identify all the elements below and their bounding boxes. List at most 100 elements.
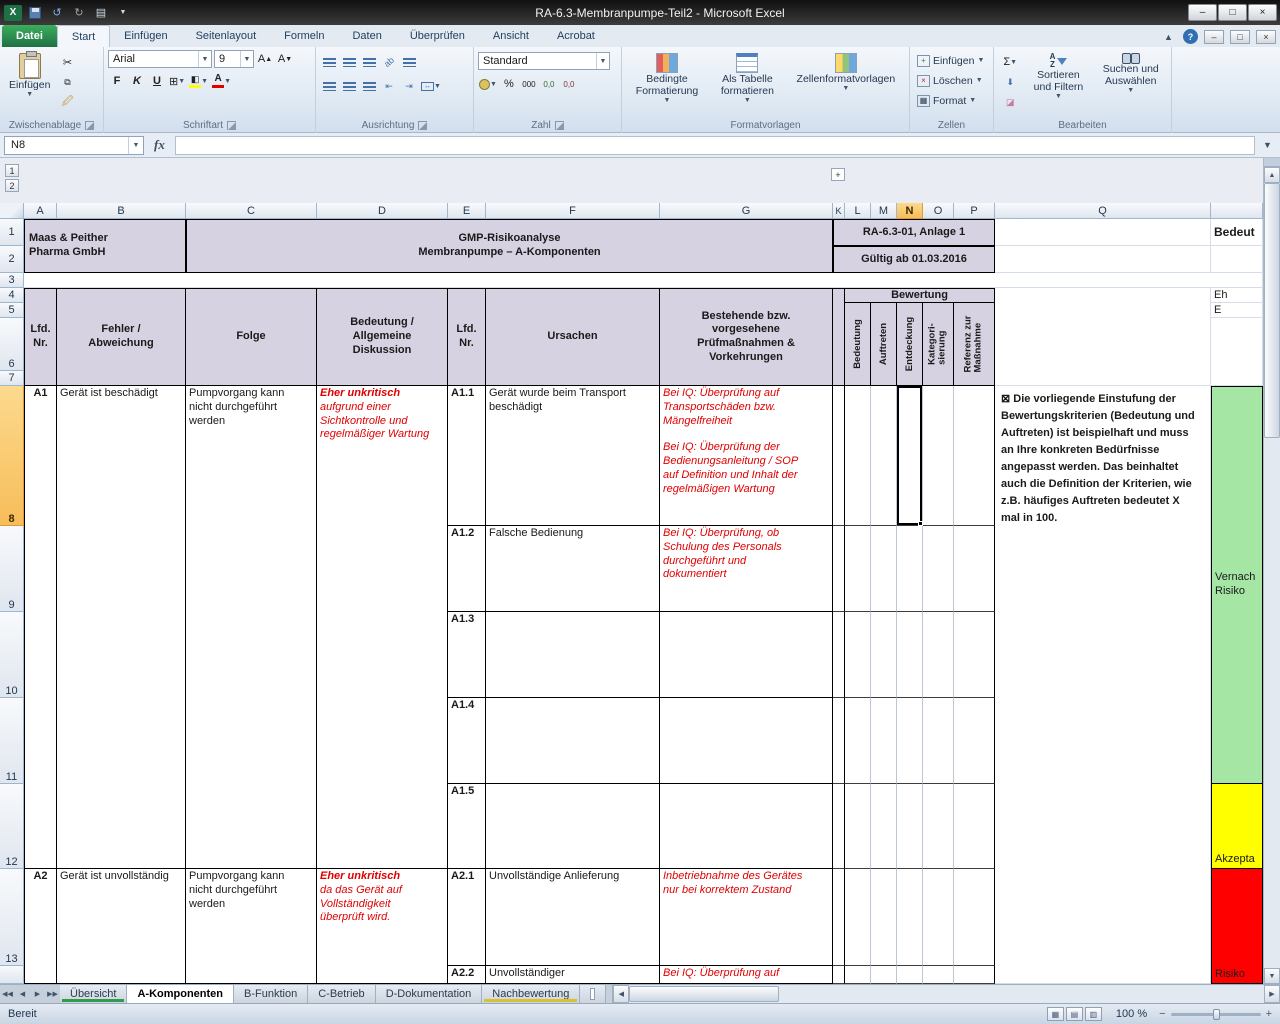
shrink-font-button[interactable]: A▼ (276, 50, 294, 68)
col-header-P[interactable]: P (954, 203, 995, 219)
zoom-level[interactable]: 100 % (1116, 1008, 1147, 1020)
header-lfd-nr2[interactable]: Lfd. Nr. (448, 288, 486, 386)
header-pruef[interactable]: Bestehende bzw. vorgesehene Prüfmaßnahme… (660, 288, 833, 386)
window-minimize-button[interactable]: – (1188, 4, 1217, 21)
cell-risk-yellow[interactable]: Akzepta (1211, 784, 1263, 869)
cell-K11[interactable] (833, 698, 845, 784)
autosum-button[interactable]: Σ▼ (1001, 53, 1019, 71)
italic-button[interactable]: K (128, 72, 146, 90)
col-header-L[interactable]: L (845, 203, 871, 219)
header-lfd-nr[interactable]: Lfd. Nr. (24, 288, 57, 386)
row-header-9[interactable]: 9 (0, 526, 24, 612)
page-layout-view-button[interactable]: ▤ (1066, 1007, 1083, 1021)
cell-M13[interactable] (871, 869, 897, 966)
cell-K9[interactable] (833, 526, 845, 612)
cell-a2-2-ursache[interactable]: Unvollständiger (486, 966, 660, 984)
sheet-tab-b-funktion[interactable]: B-Funktion (234, 985, 308, 1003)
cell-L9[interactable] (845, 526, 871, 612)
tab-datei[interactable]: Datei (2, 25, 57, 47)
tab-einfuegen[interactable]: Einfügen (110, 25, 181, 47)
clipboard-dialog-launcher-icon[interactable] (85, 121, 94, 130)
cell-a1-diskussion[interactable]: Eher unkritisch aufgrund einer Sichtkont… (317, 386, 448, 869)
help-icon[interactable]: ? (1183, 29, 1198, 44)
zoom-slider[interactable]: − + (1159, 1008, 1272, 1020)
cell-P13[interactable] (954, 869, 995, 966)
col-header-N[interactable]: N (897, 203, 923, 219)
fill-handle[interactable] (918, 521, 923, 526)
cell-a2-fehler[interactable]: Gerät ist unvollständig (57, 869, 186, 984)
cell-K10[interactable] (833, 612, 845, 698)
row-header-14-partial[interactable] (0, 966, 24, 984)
workbook-restore-button[interactable]: □ (1230, 30, 1250, 44)
horizontal-scroll-thumb[interactable] (629, 986, 779, 1002)
cell-N10[interactable] (897, 612, 923, 698)
cell-P8[interactable] (954, 386, 995, 526)
page-break-view-button[interactable]: ▥ (1085, 1007, 1102, 1021)
cell-N14[interactable] (897, 966, 923, 984)
cell-q4-7[interactable] (995, 288, 1211, 386)
cell-L13[interactable] (845, 869, 871, 966)
cell-a1-5-id[interactable]: A1.5 (448, 784, 486, 869)
cell-K14[interactable] (833, 966, 845, 984)
sort-filter-button[interactable]: AZ Sortieren und Filtern ▼ (1029, 50, 1089, 118)
cell-O10[interactable] (923, 612, 954, 698)
header-fehler[interactable]: Fehler / Abweichung (57, 288, 186, 386)
font-color-button[interactable]: A ▼ (211, 72, 232, 90)
split-handle[interactable] (1264, 158, 1280, 167)
borders-button[interactable]: ⊞▼ (168, 72, 186, 90)
cell-K13[interactable] (833, 869, 845, 966)
cell-r2[interactable] (1211, 246, 1263, 273)
tab-acrobat[interactable]: Acrobat (543, 25, 609, 47)
align-top-button[interactable] (320, 53, 338, 71)
cell-a1-3-pruef[interactable] (660, 612, 833, 698)
cell-partial-e[interactable]: E (1211, 303, 1263, 318)
cell-risk-green[interactable]: Vernach Risiko (1211, 386, 1263, 784)
window-close-button[interactable]: × (1248, 4, 1277, 21)
bold-button[interactable]: F (108, 72, 126, 90)
cell-K8[interactable] (833, 386, 845, 526)
cell-a1-1-ursache[interactable]: Gerät wurde beim Transport beschädigt (486, 386, 660, 526)
workbook-close-button[interactable]: × (1256, 30, 1276, 44)
name-box-dropdown-icon[interactable]: ▼ (128, 137, 143, 154)
zoom-in-button[interactable]: + (1266, 1008, 1272, 1020)
row-header-1[interactable]: 1 (0, 219, 24, 246)
scroll-right-arrow[interactable]: ▶ (1264, 985, 1280, 1003)
cell-risk-red[interactable]: Risiko (1211, 869, 1263, 984)
cell-a2-1-ursache[interactable]: Unvollständige Anlieferung (486, 869, 660, 966)
align-middle-button[interactable] (340, 53, 358, 71)
paste-button[interactable]: Einfügen ▼ (4, 50, 55, 118)
cell-doc-title[interactable]: GMP-Risikoanalyse Membranpumpe – A-Kompo… (186, 219, 833, 273)
cell-a2-1-id[interactable]: A2.1 (448, 869, 486, 966)
col-header-E[interactable]: E (448, 203, 486, 219)
cell-P9[interactable] (954, 526, 995, 612)
cell-M8[interactable] (871, 386, 897, 526)
grow-font-button[interactable]: A▲ (256, 50, 274, 68)
underline-button[interactable]: U (148, 72, 166, 90)
cell-q2[interactable] (995, 246, 1211, 273)
cell-a1-fehler[interactable]: Gerät ist beschädigt (57, 386, 186, 869)
minimize-ribbon-icon[interactable]: ▲ (1160, 29, 1177, 44)
col-header-C[interactable]: C (186, 203, 317, 219)
sheet-tab-a-komponenten[interactable]: A-Komponenten (127, 985, 234, 1003)
format-as-table-button[interactable]: Als Tabelle formatieren ▼ (716, 50, 779, 118)
scroll-down-arrow[interactable]: ▼ (1264, 968, 1280, 984)
header-rot-entdeckung[interactable]: Entdeckung (897, 303, 923, 386)
cell-ref[interactable]: RA-6.3-01, Anlage 1 (833, 219, 995, 246)
last-sheet-button[interactable]: ▶▶ (45, 985, 60, 1003)
format-painter-button[interactable]: 🖉 (58, 93, 76, 111)
excel-logo-icon[interactable]: X (4, 5, 22, 21)
cell-a1-3-ursache[interactable] (486, 612, 660, 698)
accounting-format-button[interactable]: ▼ (478, 75, 498, 93)
row-header-4[interactable]: 4 (0, 288, 24, 303)
formula-input[interactable] (175, 136, 1255, 155)
insert-worksheet-button[interactable] (580, 985, 606, 1003)
cell-a2-2-id[interactable]: A2.2 (448, 966, 486, 984)
increase-indent-button[interactable]: ⇥ (400, 77, 418, 95)
horizontal-scroll-track[interactable] (779, 985, 1264, 1003)
expand-columns-button[interactable]: + (831, 168, 845, 181)
cell-P10[interactable] (954, 612, 995, 698)
row-header-11[interactable]: 11 (0, 698, 24, 784)
clear-button[interactable]: ◪ (1001, 93, 1019, 111)
row-header-7[interactable]: 7 (0, 371, 24, 386)
cell-a1-1-id[interactable]: A1.1 (448, 386, 486, 526)
